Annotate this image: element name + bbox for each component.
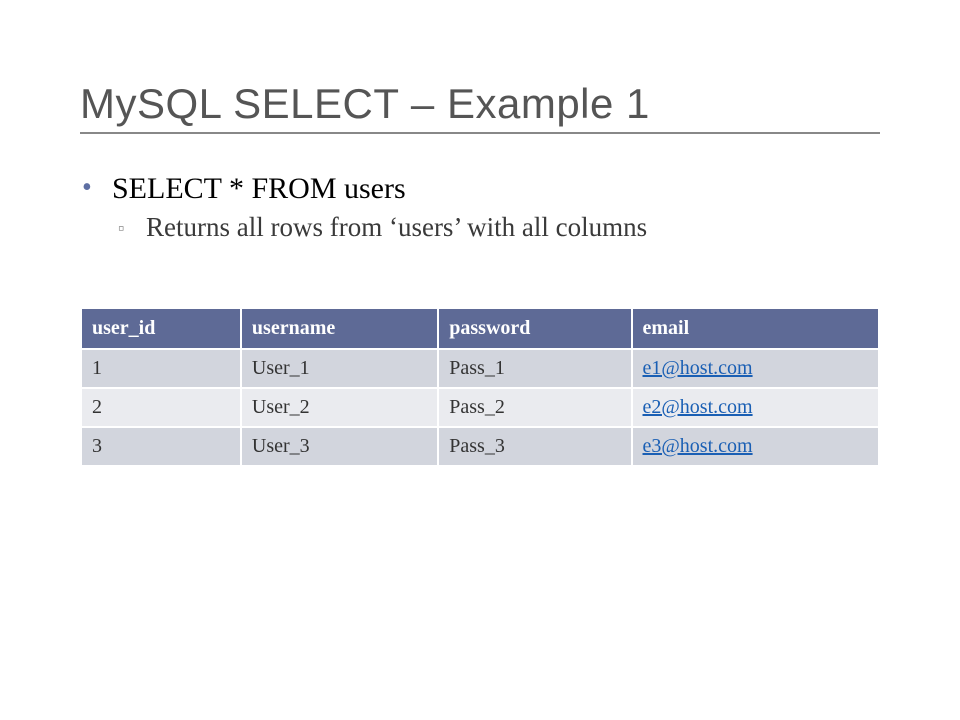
cell-user-id: 1 bbox=[81, 349, 241, 388]
bullet-list: SELECT * FROM users Returns all rows fro… bbox=[80, 172, 880, 243]
email-link[interactable]: e3@host.com bbox=[643, 435, 753, 457]
table-row: 1 User_1 Pass_1 e1@host.com bbox=[81, 349, 879, 388]
sub-bullet-text: Returns all rows from ‘users’ with all c… bbox=[146, 212, 647, 242]
cell-username: User_2 bbox=[241, 388, 438, 427]
cell-password: Pass_1 bbox=[438, 349, 631, 388]
table-body: 1 User_1 Pass_1 e1@host.com 2 User_2 Pas… bbox=[81, 349, 879, 466]
cell-email: e2@host.com bbox=[632, 388, 880, 427]
table-row: 3 User_3 Pass_3 e3@host.com bbox=[81, 427, 879, 466]
cell-email: e3@host.com bbox=[632, 427, 880, 466]
slide-title: MySQL SELECT – Example 1 bbox=[80, 80, 880, 134]
email-link[interactable]: e2@host.com bbox=[643, 396, 753, 418]
bullet-item: SELECT * FROM users Returns all rows fro… bbox=[112, 172, 880, 243]
cell-password: Pass_2 bbox=[438, 388, 631, 427]
users-table: user_id username password email 1 User_1… bbox=[80, 307, 880, 467]
sub-bullet-item: Returns all rows from ‘users’ with all c… bbox=[146, 212, 880, 243]
cell-user-id: 3 bbox=[81, 427, 241, 466]
col-user-id: user_id bbox=[81, 308, 241, 349]
cell-password: Pass_3 bbox=[438, 427, 631, 466]
table-row: 2 User_2 Pass_2 e2@host.com bbox=[81, 388, 879, 427]
col-password: password bbox=[438, 308, 631, 349]
col-email: email bbox=[632, 308, 880, 349]
cell-username: User_3 bbox=[241, 427, 438, 466]
cell-username: User_1 bbox=[241, 349, 438, 388]
sub-bullet-list: Returns all rows from ‘users’ with all c… bbox=[112, 212, 880, 243]
table-header: user_id username password email bbox=[81, 308, 879, 349]
cell-user-id: 2 bbox=[81, 388, 241, 427]
email-link[interactable]: e1@host.com bbox=[643, 357, 753, 379]
col-username: username bbox=[241, 308, 438, 349]
bullet-text: SELECT * FROM users bbox=[112, 172, 406, 205]
cell-email: e1@host.com bbox=[632, 349, 880, 388]
